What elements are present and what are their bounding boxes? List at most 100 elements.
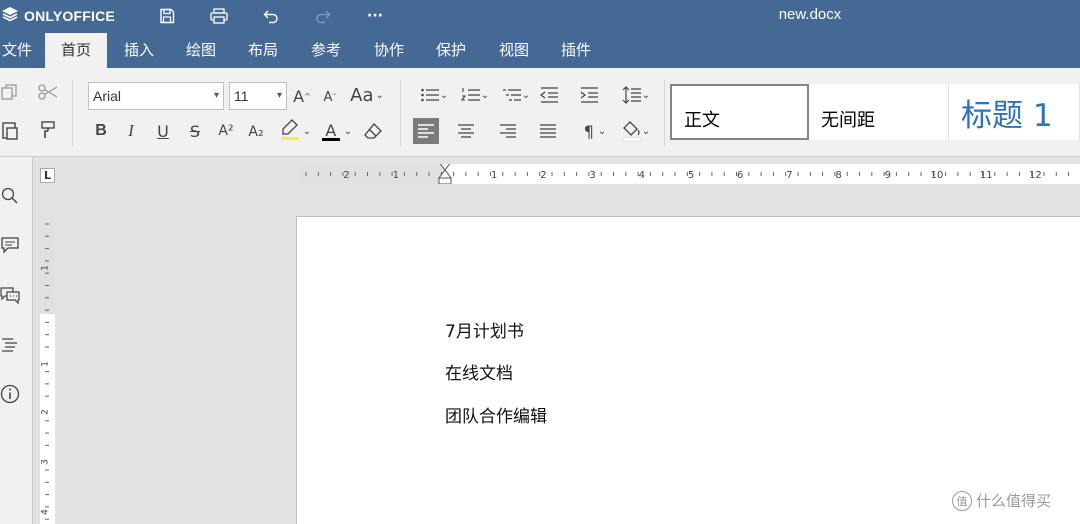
ruler-number: 10: [931, 170, 944, 181]
bullet-list-button[interactable]: ⌄: [416, 84, 452, 106]
tab-view[interactable]: 视图: [485, 33, 543, 68]
grow-font-icon[interactable]: A ^: [292, 85, 312, 107]
chevron-down-icon: ⌄: [480, 89, 490, 101]
subscript-button[interactable]: A₂: [244, 121, 268, 143]
cut-icon[interactable]: [36, 82, 60, 102]
tab-home[interactable]: 首页: [45, 33, 107, 68]
paragraph-marks-button[interactable]: ¶ ⌄: [578, 119, 612, 143]
format-painter-icon[interactable]: [38, 119, 58, 141]
info-icon[interactable]: [0, 384, 20, 404]
ruler-number: 2: [343, 170, 349, 181]
navigation-icon[interactable]: [0, 335, 20, 355]
title-bar: ONLYOFFICE ··· new.docx: [0, 0, 1080, 33]
chevron-down-icon: ⌄: [343, 125, 353, 137]
print-icon[interactable]: [208, 5, 230, 27]
font-color-icon: A: [321, 121, 340, 141]
change-case-icon[interactable]: Aa ⌄: [348, 84, 386, 106]
shading-button[interactable]: ⌄: [618, 118, 654, 144]
style-label: 标题 1: [961, 98, 1053, 134]
tab-stop-selector[interactable]: L: [40, 168, 55, 183]
vertical-ruler[interactable]: 1 1 2 3 4: [40, 216, 55, 524]
tab-file[interactable]: 文件: [0, 33, 34, 68]
align-center-button[interactable]: [455, 120, 477, 142]
chevron-down-icon: ⌄: [302, 125, 312, 137]
font-size-select[interactable]: 11 ▾: [229, 82, 287, 110]
ruler-number: 12: [1029, 170, 1042, 181]
underline-button[interactable]: U: [152, 120, 174, 142]
justify-button[interactable]: [537, 120, 559, 142]
undo-icon[interactable]: [260, 5, 282, 27]
ruler-number: 2: [41, 409, 51, 415]
ruler-number: 8: [835, 170, 841, 181]
chat-icon[interactable]: [0, 285, 20, 305]
chevron-down-icon: ⌄: [641, 89, 651, 101]
italic-button[interactable]: I: [120, 120, 142, 142]
shrink-font-icon[interactable]: Aˇ: [320, 86, 340, 108]
tab-layout[interactable]: 布局: [234, 33, 292, 68]
style-normal[interactable]: 正文: [670, 84, 809, 140]
decrease-indent-icon[interactable]: [538, 84, 560, 106]
onlyoffice-logo[interactable]: ONLYOFFICE: [0, 7, 115, 25]
strikethrough-button[interactable]: S: [184, 120, 206, 142]
watermark-logo-icon: 值: [952, 490, 972, 511]
font-size-value: 11: [234, 88, 249, 104]
chevron-down-icon: ▾: [276, 90, 282, 101]
ruler-number: 2: [540, 170, 546, 181]
multilevel-list-button[interactable]: ⌄: [498, 84, 534, 106]
tab-protection[interactable]: 保护: [422, 33, 480, 68]
align-right-button[interactable]: [497, 120, 519, 142]
font-color-button[interactable]: A ⌄: [318, 118, 356, 144]
increase-indent-icon[interactable]: [578, 84, 600, 106]
ruler-number: 1: [41, 265, 51, 271]
ruler-number: 7: [786, 170, 792, 181]
document-page[interactable]: 7月计划书 在线文档 团队合作编辑: [296, 216, 1080, 524]
ruler-number: 3: [589, 170, 595, 181]
paste-icon[interactable]: [0, 119, 20, 141]
ruler-number: 5: [688, 170, 694, 181]
ruler-number: 1: [491, 170, 497, 181]
watermark-text: 什么值得买: [976, 492, 1052, 510]
horizontal-ruler[interactable]: 2 1 1 2 3 4 5 6 7 8 9 10 11 12: [298, 164, 1080, 184]
document-paragraph[interactable]: 7月计划书: [445, 317, 524, 342]
ruler-number: 4: [41, 509, 51, 515]
tab-plugins[interactable]: 插件: [547, 33, 605, 68]
ruler-number: 9: [885, 170, 891, 181]
home-toolbar: Arial ▾ 11 ▾ A ^ Aˇ Aa ⌄ B I U S A² A₂ ⌄ A…: [0, 68, 1080, 157]
save-icon[interactable]: [156, 5, 178, 27]
tab-collaboration[interactable]: 协作: [360, 33, 418, 68]
chevron-down-icon: ⌄: [439, 89, 449, 101]
superscript-button[interactable]: A²: [214, 120, 238, 142]
tab-insert[interactable]: 插入: [110, 33, 168, 68]
ruler-number: 3: [41, 459, 51, 465]
style-label: 无间距: [821, 110, 875, 131]
highlight-color-button[interactable]: ⌄: [276, 118, 314, 144]
tab-references[interactable]: 参考: [297, 33, 355, 68]
comment-icon[interactable]: [0, 235, 20, 255]
font-name-select[interactable]: Arial ▾: [88, 82, 224, 110]
layers-logo-icon: [0, 5, 20, 27]
menu-tabs: 文件 首页 插入 绘图 布局 参考 协作 保护 视图 插件: [0, 33, 1080, 68]
chevron-down-icon: ⌄: [641, 125, 651, 137]
highlighter-icon: [279, 117, 301, 145]
numbered-list-button[interactable]: ⌄: [457, 84, 493, 106]
brand-name: ONLYOFFICE: [24, 8, 115, 24]
style-no-spacing[interactable]: 无间距: [809, 84, 949, 140]
document-paragraph[interactable]: 在线文档: [445, 359, 513, 384]
chevron-down-icon: ▾: [213, 90, 219, 101]
tab-draw[interactable]: 绘图: [172, 33, 230, 68]
style-heading-1[interactable]: 标题 1: [949, 84, 1080, 140]
font-name-value: Arial: [93, 88, 122, 104]
pilcrow-icon: ¶: [583, 121, 594, 141]
bold-button[interactable]: B: [90, 120, 112, 142]
style-label: 正文: [684, 110, 720, 131]
chevron-down-icon: ⌄: [597, 125, 607, 137]
copy-icon[interactable]: [0, 82, 20, 102]
clear-style-icon[interactable]: [362, 120, 384, 142]
ruler-number: 6: [737, 170, 743, 181]
redo-icon[interactable]: [312, 5, 334, 27]
more-icon[interactable]: ···: [364, 5, 386, 27]
search-icon[interactable]: [0, 186, 20, 206]
document-paragraph[interactable]: 团队合作编辑: [445, 402, 547, 427]
align-left-button[interactable]: [413, 118, 439, 144]
line-spacing-button[interactable]: ⌄: [618, 84, 654, 106]
